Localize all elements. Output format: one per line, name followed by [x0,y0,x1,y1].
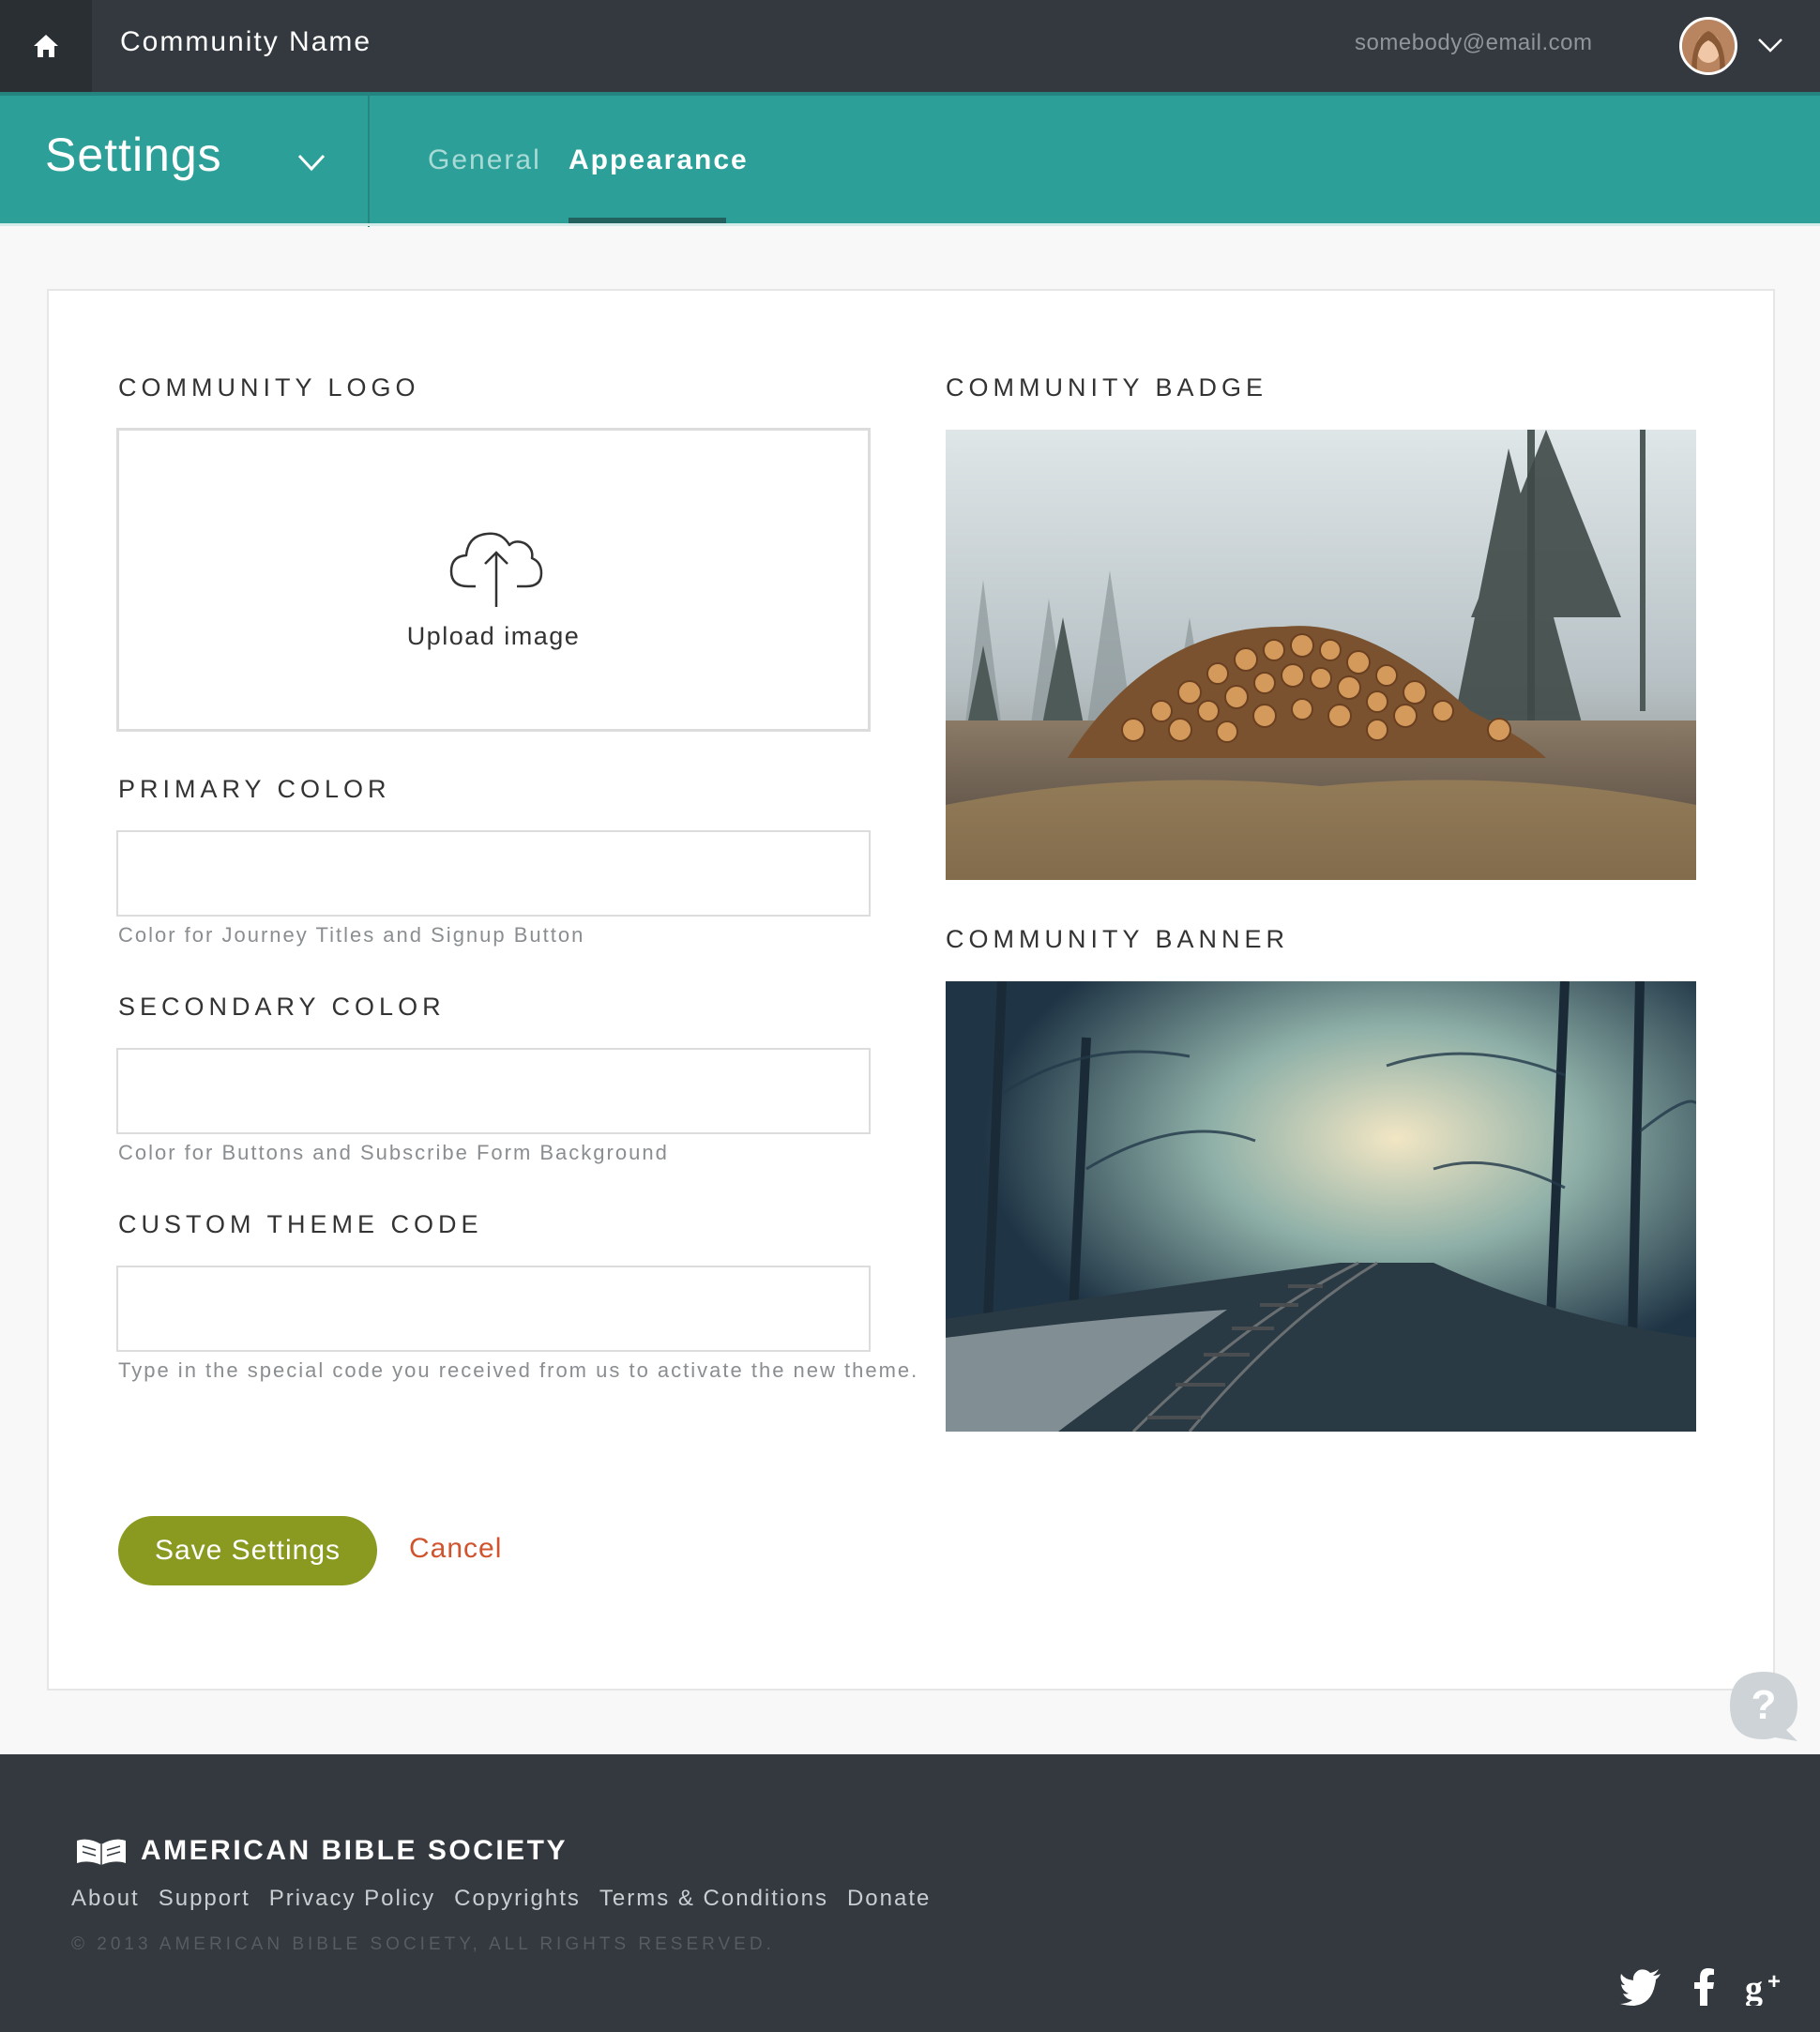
footer-link-copyrights[interactable]: Copyrights [454,1886,581,1912]
footer-link-donate[interactable]: Donate [847,1886,931,1912]
logo-upload-dropzone[interactable]: Upload image [116,428,871,732]
open-book-icon [77,1839,126,1865]
footer: AMERICAN BIBLE SOCIETY About Support Pri… [0,1754,1820,2032]
theme-code-input[interactable] [116,1266,871,1352]
community-name[interactable]: Community Name [120,26,372,58]
user-email: somebody@email.com [1355,30,1593,55]
twitter-icon[interactable] [1619,1968,1662,2006]
home-icon [34,35,58,57]
page-title: Settings [45,129,222,181]
chevron-down-icon[interactable] [1756,34,1784,56]
secondary-color-input[interactable] [116,1048,871,1134]
upload-image-label: Upload image [406,622,581,650]
community-banner-image[interactable] [946,981,1696,1432]
avatar[interactable] [1679,17,1737,75]
footer-link-about[interactable]: About [71,1886,140,1912]
secondary-color-help: Color for Buttons and Subscribe Form Bac… [118,1141,669,1164]
footer-link-terms[interactable]: Terms & Conditions [599,1886,828,1912]
community-logo-label: COMMUNITY LOGO [118,373,420,402]
footer-links: About Support Privacy Policy Copyrights … [71,1886,931,1912]
svg-text:g: g [1745,1969,1763,2006]
google-plus-icon[interactable]: g + [1745,1968,1788,2006]
settings-bar: Settings General Appearance [0,92,1820,227]
save-settings-button[interactable]: Save Settings [118,1516,377,1585]
svg-text:+: + [1767,1969,1781,1994]
primary-color-input[interactable] [116,830,871,917]
primary-color-label: PRIMARY COLOR [118,775,391,803]
divider [0,223,1820,226]
tab-general[interactable]: General [428,144,541,176]
top-bar: Community Name somebody@email.com [0,0,1820,92]
theme-code-help: Type in the special code you received fr… [118,1358,919,1382]
footer-link-privacy-policy[interactable]: Privacy Policy [269,1886,435,1912]
cancel-link[interactable]: Cancel [409,1533,502,1565]
community-badge-image[interactable] [946,430,1696,880]
community-banner-label: COMMUNITY BANNER [946,925,1290,953]
chevron-down-icon[interactable] [296,150,326,174]
footer-link-support[interactable]: Support [159,1886,250,1912]
copyright: © 2013 AMERICAN BIBLE SOCIETY, ALL RIGHT… [71,1934,775,1954]
tab-appearance[interactable]: Appearance [569,144,749,176]
divider [368,96,370,227]
community-badge-label: COMMUNITY BADGE [946,373,1268,402]
help-icon[interactable]: ? [1726,1668,1801,1743]
cloud-upload-icon [449,532,543,607]
primary-color-help: Color for Journey Titles and Signup Butt… [118,923,585,947]
home-button[interactable] [0,0,92,92]
svg-text:?: ? [1752,1682,1777,1728]
secondary-color-label: SECONDARY COLOR [118,993,446,1021]
custom-theme-code-label: CUSTOM THEME CODE [118,1210,483,1238]
facebook-icon[interactable] [1692,1968,1715,2006]
footer-brand[interactable]: AMERICAN BIBLE SOCIETY [141,1835,568,1867]
